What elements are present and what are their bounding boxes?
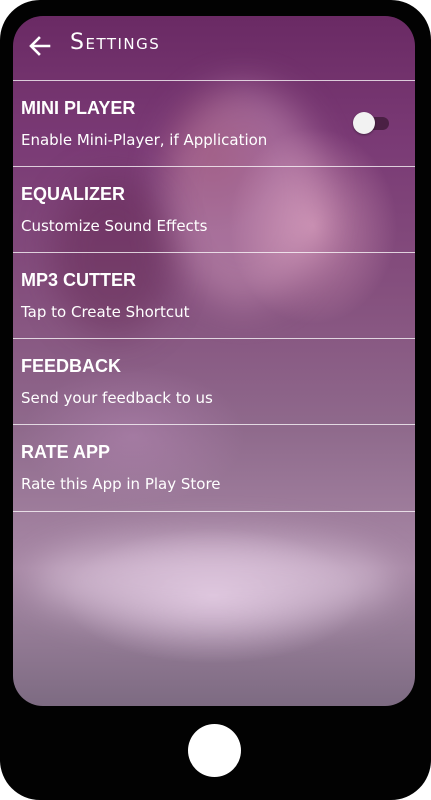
settings-item-title: FEEDBACK	[21, 356, 122, 376]
settings-item-subtitle: Enable Mini-Player, if Application	[21, 131, 268, 149]
toggle-thumb	[353, 112, 375, 134]
background-image-blur	[33, 536, 393, 626]
settings-item-equalizer[interactable]: EQUALIZER Customize Sound Effects	[13, 166, 415, 252]
app-screen: Settings MINI PLAYER Enable Mini-Player,…	[13, 16, 415, 706]
arrow-left-icon	[29, 36, 51, 56]
settings-item-title: MP3 CUTTER	[21, 270, 137, 290]
settings-item-mini-player[interactable]: MINI PLAYER Enable Mini-Player, if Appli…	[13, 80, 415, 166]
settings-list: MINI PLAYER Enable Mini-Player, if Appli…	[13, 80, 415, 512]
settings-item-title: MINI PLAYER	[21, 98, 136, 118]
mini-player-toggle[interactable]	[353, 112, 389, 134]
home-button[interactable]	[188, 724, 241, 777]
settings-item-title: RATE APP	[21, 442, 111, 462]
app-bar: Settings	[13, 16, 415, 80]
settings-item-feedback[interactable]: FEEDBACK Send your feedback to us	[13, 338, 415, 424]
settings-item-title: EQUALIZER	[21, 184, 126, 204]
settings-item-subtitle: Tap to Create Shortcut	[21, 303, 190, 321]
back-button[interactable]	[25, 31, 55, 61]
phone-frame: Settings MINI PLAYER Enable Mini-Player,…	[0, 0, 431, 800]
settings-item-subtitle: Customize Sound Effects	[21, 217, 208, 235]
settings-item-subtitle: Rate this App in Play Store	[21, 475, 221, 493]
settings-item-rate-app[interactable]: RATE APP Rate this App in Play Store	[13, 424, 415, 512]
page-title: Settings	[70, 30, 161, 55]
settings-item-subtitle: Send your feedback to us	[21, 389, 213, 407]
settings-item-mp3-cutter[interactable]: MP3 CUTTER Tap to Create Shortcut	[13, 252, 415, 338]
